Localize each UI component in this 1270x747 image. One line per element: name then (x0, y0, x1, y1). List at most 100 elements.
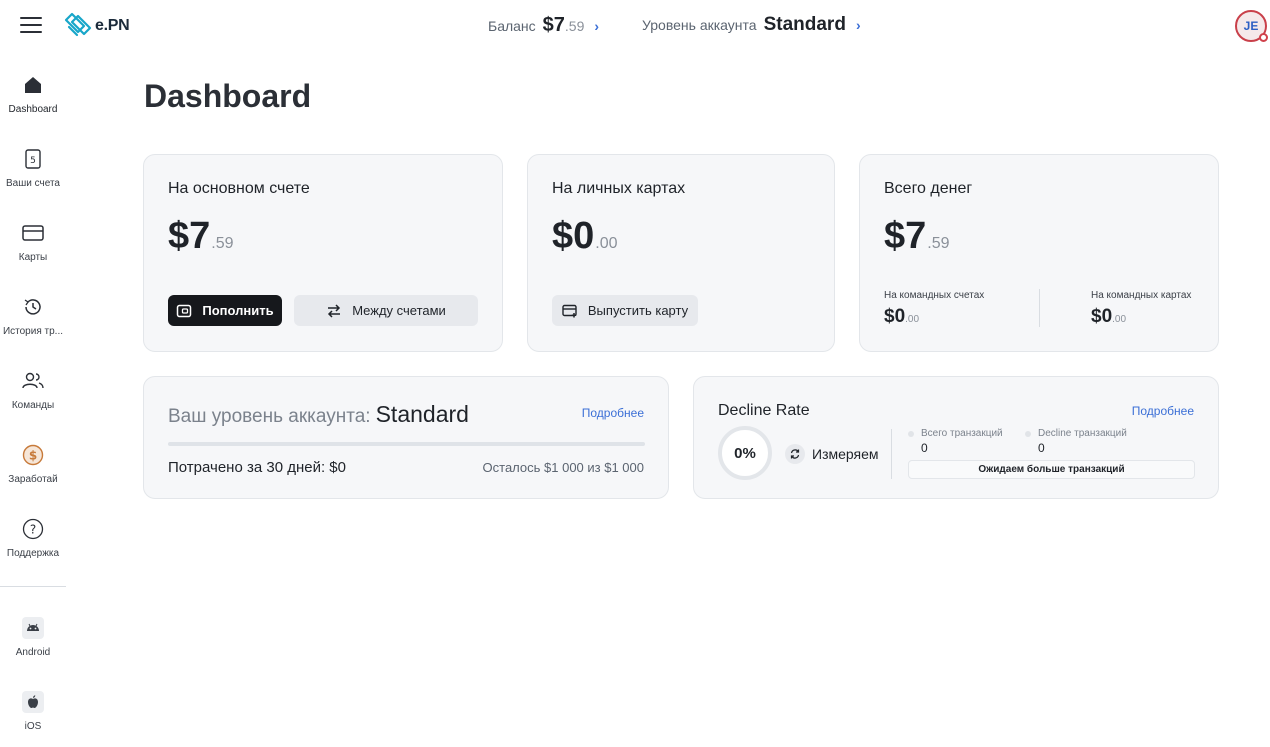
balance-dec: .59 (564, 18, 585, 34)
sidebar-item-label: Команды (11, 400, 55, 411)
swap-arrows-icon (326, 303, 342, 318)
topup-label: Пополнить (202, 303, 274, 318)
spending-progress-bar (168, 442, 645, 446)
level-label: Уровень аккаунта (642, 17, 757, 33)
sidebar-item-earn[interactable]: $ Заработай (0, 442, 66, 485)
card-label: На основном счете (168, 180, 310, 197)
account-level-card: Ваш уровень аккаунта: Standard Подробнее… (143, 376, 669, 499)
sidebar-item-label: Android (15, 647, 51, 658)
legend-dot-icon (908, 430, 914, 437)
main-account-amount: $7.59 (168, 215, 234, 258)
team-accounts-dec: .00 (905, 314, 920, 325)
decline-transactions-stat: Decline транзакций 0 (1025, 428, 1127, 455)
history-icon (0, 294, 66, 320)
team-accounts-stat: На командных счетах $0.00 (884, 290, 984, 328)
chevron-right-icon: › (855, 17, 861, 33)
decline-rate-card: Decline Rate Подробнее 0% Измеряем Всего… (693, 376, 1219, 499)
balance-link[interactable]: Баланс $7.59 › (488, 14, 599, 37)
team-cards-stat: На командных картах $0.00 (1091, 290, 1191, 328)
level-value: Standard (763, 14, 846, 35)
issue-card-label: Выпустить карту (587, 303, 689, 318)
topup-button[interactable]: Пополнить (168, 295, 282, 326)
sidebar-item-label: Dashboard (8, 104, 58, 115)
total-amount: $7.59 (884, 215, 950, 258)
measuring-label: Измеряем (812, 446, 879, 462)
card-icon (0, 220, 66, 246)
svg-text:$: $ (29, 449, 37, 463)
amount-int: $7 (884, 215, 927, 257)
svg-text:?: ? (30, 523, 36, 537)
account-level-link[interactable]: Уровень аккаунта Standard › (642, 14, 861, 36)
page-title: Dashboard (144, 78, 312, 114)
help-icon: ? (0, 516, 66, 542)
divider (1039, 289, 1040, 327)
home-icon (0, 72, 66, 98)
remaining-limit: Осталось $1 000 из $1 000 (482, 460, 644, 475)
avatar-status-icon (1259, 33, 1268, 42)
sidebar-item-accounts[interactable]: 5 Ваши счета (0, 146, 66, 189)
sidebar-item-label: История тр... (2, 326, 64, 337)
decline-tx-label: Decline транзакций (1038, 428, 1127, 439)
level-value: Standard (375, 401, 469, 427)
total-money-card: Всего денег $7.59 На командных счетах $0… (859, 154, 1219, 352)
decline-rate-title: Decline Rate (718, 402, 810, 419)
team-cards-int: $0 (1091, 306, 1113, 327)
transfer-button[interactable]: Между счетами (294, 295, 478, 326)
logo[interactable]: e.PN (64, 12, 130, 40)
top-bar: e.PN Баланс $7.59 › Уровень аккаунта Sta… (0, 0, 1270, 52)
spent-30-days: Потрачено за 30 дней: $0 (168, 459, 346, 476)
menu-icon[interactable] (20, 17, 42, 35)
sidebar-item-android[interactable]: Android (0, 615, 66, 658)
android-icon (0, 615, 66, 641)
main-account-card: На основном счете $7.59 Пополнить Между … (143, 154, 503, 352)
amount-dec: .00 (595, 235, 618, 252)
decline-rate-value: 0% (734, 444, 756, 462)
sidebar-item-teams[interactable]: Команды (0, 368, 66, 411)
level-prefix: Ваш уровень аккаунта: (168, 406, 371, 427)
avatar-initials: JE (1243, 19, 1259, 33)
sidebar-item-label: Ваши счета (6, 178, 60, 189)
logo-text: e.PN (95, 17, 130, 34)
personal-cards-card: На личных картах $0.00 Выпустить карту (527, 154, 835, 352)
sidebar-item-support[interactable]: ? Поддержка (0, 516, 66, 559)
team-accounts-int: $0 (884, 306, 906, 327)
issue-card-button[interactable]: Выпустить карту (552, 295, 698, 326)
svg-text:5: 5 (30, 156, 36, 166)
amount-dec: .59 (927, 235, 950, 252)
wallet-icon (176, 303, 192, 319)
team-cards-label: На командных картах (1091, 290, 1192, 301)
card-label: На личных картах (552, 180, 686, 197)
amount-int: $0 (552, 215, 595, 257)
total-transactions-stat: Всего транзакций 0 (908, 428, 1003, 455)
sidebar-item-ios[interactable]: iOS (0, 689, 66, 732)
earn-icon: $ (0, 442, 66, 468)
sidebar-item-history[interactable]: История тр... (0, 294, 66, 337)
sidebar-item-label: iOS (24, 721, 42, 732)
decline-rate-gauge: 0% (718, 426, 772, 480)
sidebar-item-cards[interactable]: Карты (0, 220, 66, 263)
sidebar-item-dashboard[interactable]: Dashboard (0, 72, 66, 115)
sidebar-item-label: Карты (18, 252, 48, 263)
logo-icon (64, 12, 92, 37)
transfer-label: Между счетами (352, 303, 446, 318)
amount-int: $7 (168, 215, 211, 257)
avatar[interactable]: JE (1235, 10, 1268, 42)
sidebar-item-label: Заработай (8, 474, 58, 485)
legend-dot-icon (1025, 430, 1031, 437)
total-tx-label: Всего транзакций (921, 428, 1003, 439)
chevron-right-icon: › (594, 18, 600, 34)
level-more-link[interactable]: Подробнее (582, 406, 644, 420)
card-label: Всего денег (884, 180, 973, 197)
sidebar-divider (0, 586, 66, 587)
team-icon (0, 368, 66, 394)
amount-dec: .59 (211, 235, 234, 252)
personal-cards-amount: $0.00 (552, 215, 618, 258)
team-cards-dec: .00 (1112, 314, 1127, 325)
decline-more-link[interactable]: Подробнее (1132, 404, 1194, 418)
balance-label: Баланс (488, 18, 536, 34)
divider (891, 429, 892, 479)
team-accounts-label: На командных счетах (884, 290, 985, 301)
decline-tx-value: 0 (1038, 441, 1045, 455)
total-tx-value: 0 (921, 441, 928, 455)
add-card-icon (562, 304, 578, 318)
